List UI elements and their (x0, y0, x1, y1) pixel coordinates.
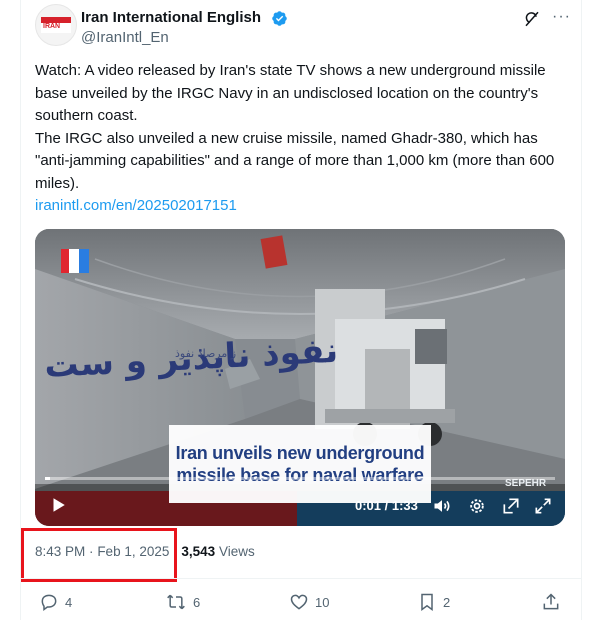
volume-icon[interactable] (431, 496, 453, 516)
bookmark-count: 2 (443, 594, 451, 610)
tweet-text: Watch: A video released by Iran's state … (35, 60, 565, 218)
iran-international-logo: IRAN (41, 17, 71, 33)
heart-icon (290, 594, 308, 610)
reply-count: 4 (65, 594, 73, 610)
video-player[interactable]: نفوذ ناپذیر و ست ز مرصاد نفوذ Iran unvei… (35, 229, 565, 526)
video-caption-line-1: Iran unveils new underground (175, 443, 425, 463)
action-bar: 4 6 10 2 (21, 588, 581, 614)
grok-icon[interactable] (523, 10, 541, 28)
avatar[interactable]: IRAN (35, 4, 77, 46)
more-options-icon[interactable]: ··· (552, 8, 571, 26)
fullscreen-icon[interactable] (533, 496, 553, 516)
verified-badge-icon (272, 11, 287, 26)
like-count: 10 (315, 594, 330, 610)
svg-text:ز مرصاد نفوذ: ز مرصاد نفوذ (175, 347, 236, 360)
reply-icon (41, 594, 57, 611)
highlight-box (21, 528, 177, 582)
video-progress-bar[interactable] (45, 477, 555, 480)
views-count: 3,543 (181, 544, 216, 559)
article-link[interactable]: iranintl.com/en/202502017151 (35, 197, 237, 214)
author-name[interactable]: Iran International English (81, 9, 261, 26)
share-icon (543, 593, 559, 610)
tweet-paragraph-2: The IRGC also unveiled a new cruise miss… (35, 129, 555, 192)
share-button[interactable] (541, 592, 567, 612)
play-icon[interactable] (49, 496, 67, 514)
views-label: Views (218, 544, 255, 559)
video-controls: 0:01 / 1:33 (35, 484, 565, 526)
repost-button[interactable]: 6 (165, 592, 200, 612)
repost-count: 6 (193, 594, 201, 610)
tweet-card: IRAN Iran International English @IranInt… (20, 0, 582, 620)
channel-logo-icon (61, 249, 89, 273)
author-handle[interactable]: @IranIntl_En (81, 29, 169, 46)
tweet-paragraph-1: Watch: A video released by Iran's state … (35, 62, 546, 124)
settings-gear-icon[interactable] (467, 496, 487, 516)
video-progress-fill (45, 477, 51, 480)
reply-button[interactable]: 4 (39, 592, 72, 612)
divider (21, 578, 581, 579)
bookmark-button[interactable]: 2 (417, 592, 450, 612)
pop-out-icon[interactable] (501, 496, 521, 516)
like-button[interactable]: 10 (289, 592, 329, 612)
video-caption-line-2: missile base for naval warfare (176, 465, 424, 485)
repost-icon (167, 594, 185, 610)
bookmark-icon (421, 593, 433, 611)
video-time: 0:01 / 1:33 (355, 498, 418, 513)
